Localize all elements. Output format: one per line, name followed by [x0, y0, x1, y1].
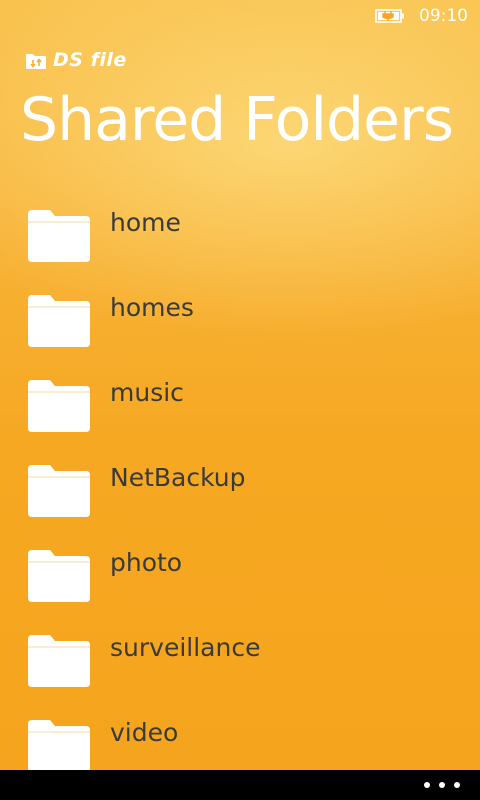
- folder-item-surveillance[interactable]: surveillance: [0, 606, 480, 691]
- folder-icon: [28, 210, 90, 262]
- folder-item-music[interactable]: music: [0, 351, 480, 436]
- folder-icon: [28, 295, 90, 347]
- folder-sync-icon: [26, 53, 46, 69]
- screen: 09:10 DS file Shared Folders home homes: [0, 0, 480, 800]
- dot: [454, 782, 460, 788]
- folder-item-photo[interactable]: photo: [0, 521, 480, 606]
- folder-item-homes[interactable]: homes: [0, 266, 480, 351]
- folder-name: surveillance: [110, 633, 261, 662]
- folder-icon: [28, 720, 90, 771]
- folder-name: homes: [110, 293, 194, 322]
- status-clock: 09:10: [419, 6, 468, 26]
- battery-charging-icon: [375, 9, 404, 23]
- folder-item-video[interactable]: video: [0, 691, 480, 771]
- app-bar: [0, 770, 480, 800]
- folder-name: photo: [110, 548, 183, 577]
- folder-icon: [28, 635, 90, 687]
- folder-icon: [28, 465, 90, 517]
- more-icon[interactable]: [424, 776, 460, 794]
- dot: [439, 782, 445, 788]
- status-bar: 09:10: [0, 0, 480, 32]
- folder-list: home homes music NetBackup photo surveil…: [0, 181, 480, 771]
- folder-name: music: [110, 378, 184, 407]
- app-name: DS file: [53, 49, 127, 71]
- folder-item-home[interactable]: home: [0, 181, 480, 266]
- folder-name: home: [110, 208, 181, 237]
- folder-name: video: [110, 718, 179, 747]
- dot: [424, 782, 430, 788]
- page-title: Shared Folders: [20, 85, 454, 155]
- app-brand: DS file: [25, 48, 127, 72]
- folder-item-netbackup[interactable]: NetBackup: [0, 436, 480, 521]
- folder-icon: [28, 380, 90, 432]
- folder-icon: [28, 550, 90, 602]
- folder-name: NetBackup: [110, 463, 246, 492]
